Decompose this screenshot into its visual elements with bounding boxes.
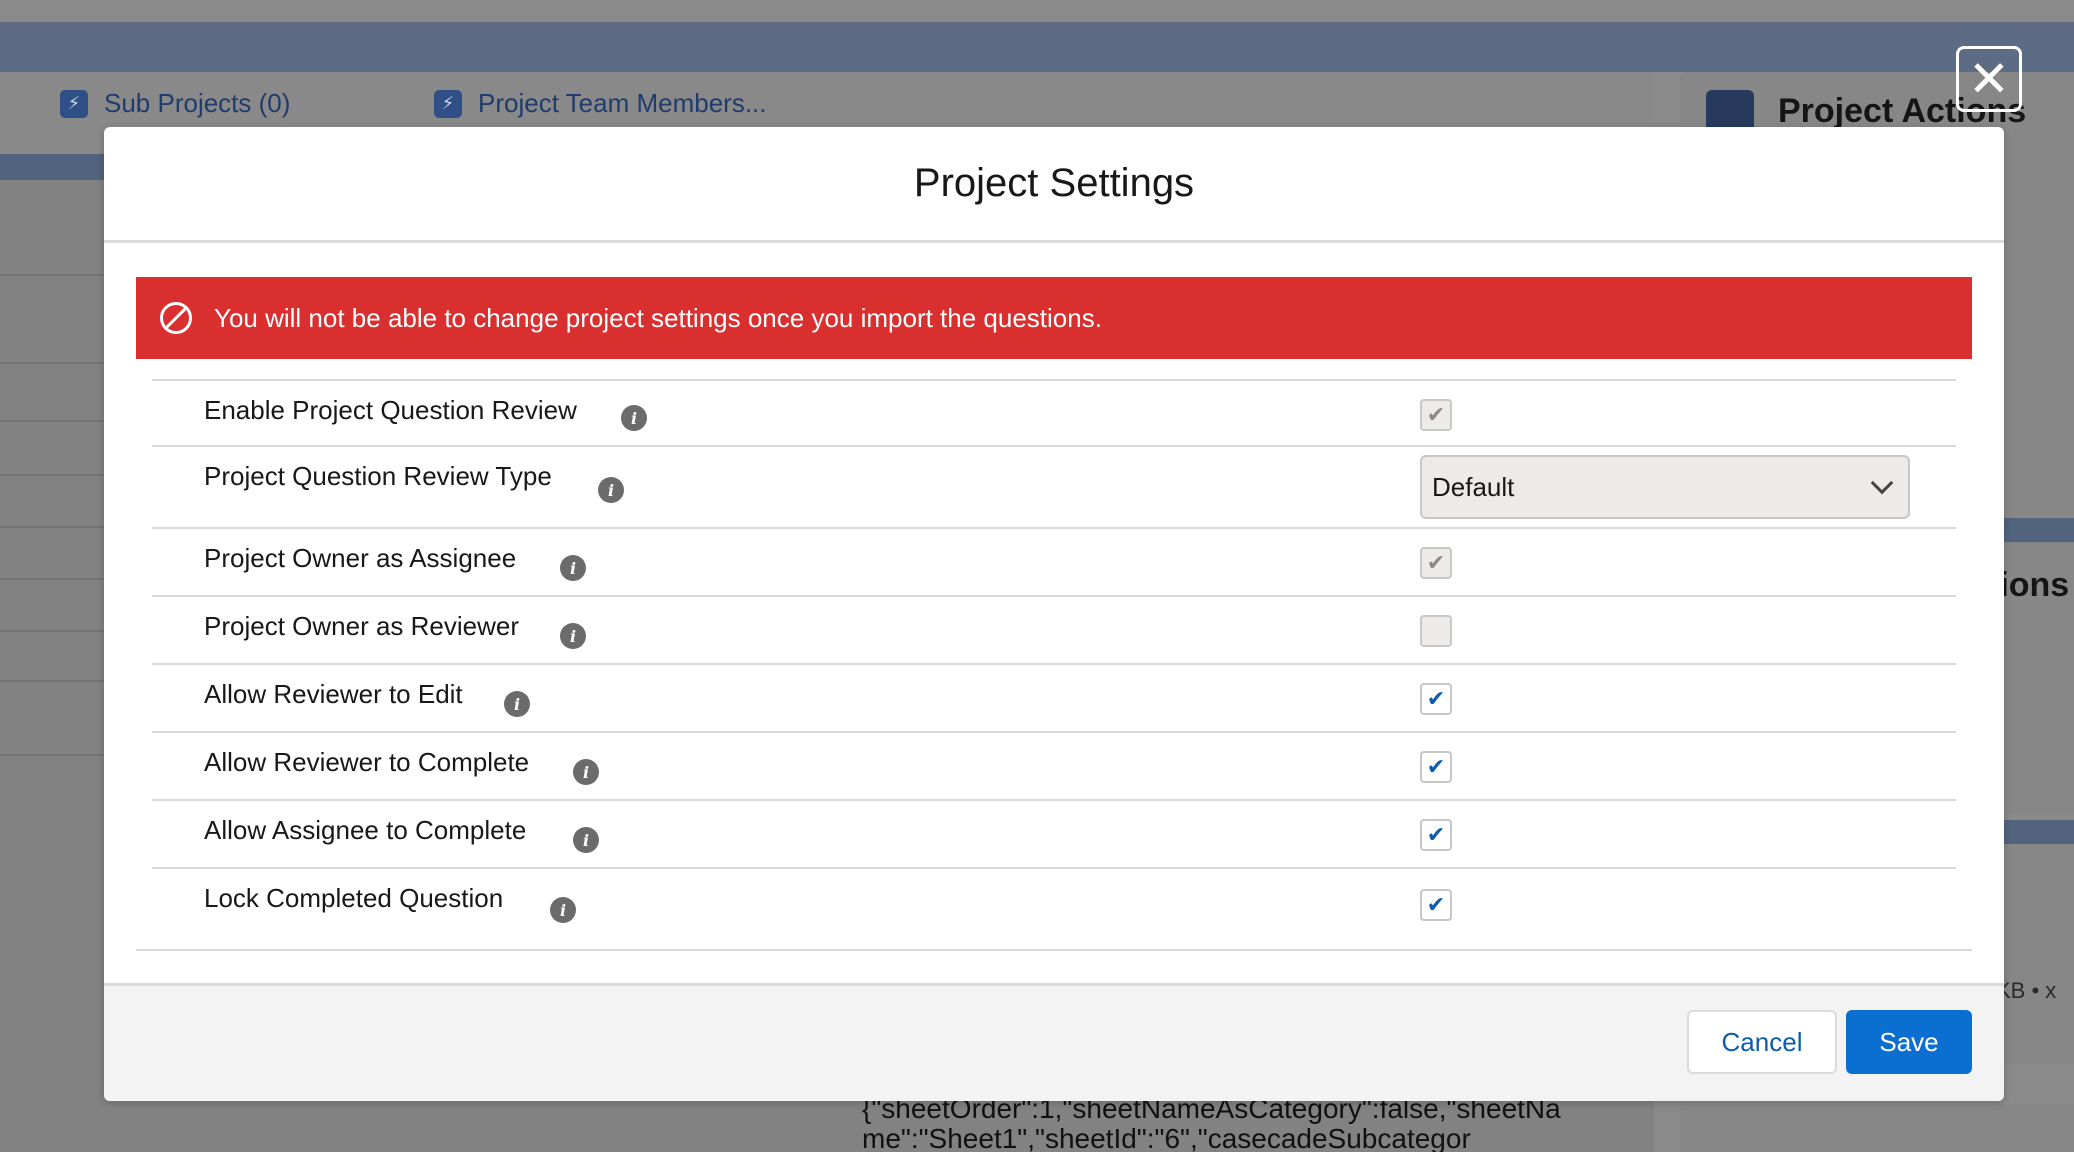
info-icon[interactable]: i <box>598 477 624 503</box>
lightning-icon: ⚡ <box>60 89 88 118</box>
background-divider <box>0 680 110 682</box>
setting-label: Project Question Review Type <box>204 461 552 491</box>
info-icon[interactable]: i <box>560 623 586 649</box>
cancel-button[interactable]: Cancel <box>1687 1010 1837 1074</box>
background-divider <box>0 474 110 476</box>
background-divider <box>0 578 110 580</box>
setting-label: Project Owner as Reviewer <box>204 611 519 641</box>
alert-text: You will not be able to change project s… <box>214 302 1102 333</box>
assignee-complete-checkbox[interactable]: ✔ <box>1420 819 1452 851</box>
setting-label: Project Owner as Assignee <box>204 543 517 573</box>
background-divider <box>0 362 110 364</box>
info-icon[interactable]: i <box>504 691 530 717</box>
setting-row-owner-assignee: Project Owner as Assignee i ✔ <box>152 529 1956 597</box>
error-alert: You will not be able to change project s… <box>136 277 1972 359</box>
tab-project-team-members[interactable]: ⚡ Project Team Members... <box>434 88 767 119</box>
lightning-icon: ⚡ <box>434 89 462 118</box>
reviewer-complete-checkbox[interactable]: ✔ <box>1420 751 1452 783</box>
review-type-select[interactable]: Default <box>1420 455 1910 519</box>
file-meta: KB • x <box>1996 978 2057 1003</box>
setting-row-owner-reviewer: Project Owner as Reviewer i <box>152 597 1956 665</box>
info-icon[interactable]: i <box>550 897 576 923</box>
tab-label: Sub Projects (0) <box>104 88 291 118</box>
owner-assignee-checkbox[interactable]: ✔ <box>1420 547 1452 579</box>
chevron-down-icon <box>1870 471 1894 495</box>
setting-row-lock-completed: Lock Completed Question i ✔ <box>152 869 1956 953</box>
setting-row-reviewer-edit: Allow Reviewer to Edit i ✔ <box>152 665 1956 733</box>
setting-label: Enable Project Question Review <box>204 395 577 425</box>
settings-list: Enable Project Question Review i ✔ Proje… <box>152 379 1956 953</box>
info-icon[interactable]: i <box>621 405 647 431</box>
modal-footer: Cancel Save <box>104 983 2004 1101</box>
background-divider <box>0 754 110 756</box>
project-settings-modal: Project Settings You will not be able to… <box>104 127 2004 1101</box>
close-button[interactable]: ✕ <box>1956 46 2022 112</box>
divider <box>136 949 1972 951</box>
tab-sub-projects[interactable]: ⚡ Sub Projects (0) <box>60 88 290 119</box>
background-divider <box>0 526 110 528</box>
setting-row-review-type: Project Question Review Type i Default <box>152 447 1956 529</box>
background-divider <box>0 274 110 276</box>
owner-reviewer-checkbox[interactable] <box>1420 615 1452 647</box>
lock-completed-checkbox[interactable]: ✔ <box>1420 889 1452 921</box>
json-snippet: {"sheetOrder":1,"sheetNameAsCategory":fa… <box>862 1093 1561 1152</box>
reviewer-edit-checkbox[interactable]: ✔ <box>1420 683 1452 715</box>
modal-header: Project Settings <box>104 127 2004 243</box>
background-strip <box>0 154 110 180</box>
background-header <box>0 22 2074 72</box>
select-value: Default <box>1432 471 1515 502</box>
tab-label: Project Team Members... <box>478 88 767 118</box>
info-icon[interactable]: i <box>560 555 586 581</box>
info-icon[interactable]: i <box>573 759 599 785</box>
modal-title: Project Settings <box>913 161 1195 205</box>
info-icon[interactable]: i <box>573 827 599 853</box>
close-icon: ✕ <box>1968 51 2010 107</box>
setting-row-reviewer-complete: Allow Reviewer to Complete i ✔ <box>152 733 1956 801</box>
setting-label: Allow Reviewer to Edit <box>204 679 463 709</box>
setting-row-enable-review: Enable Project Question Review i ✔ <box>152 381 1956 447</box>
background-divider <box>0 630 110 632</box>
modal-body: You will not be able to change project s… <box>104 243 2004 980</box>
ban-icon <box>160 302 192 334</box>
background-card <box>1680 1104 2074 1152</box>
setting-label: Allow Assignee to Complete <box>204 815 527 845</box>
setting-label: Allow Reviewer to Complete <box>204 747 530 777</box>
save-button[interactable]: Save <box>1846 1010 1972 1074</box>
setting-row-assignee-complete: Allow Assignee to Complete i ✔ <box>152 801 1956 869</box>
enable-review-checkbox[interactable]: ✔ <box>1420 399 1452 431</box>
background-divider <box>0 420 110 422</box>
setting-label: Lock Completed Question <box>204 883 504 913</box>
